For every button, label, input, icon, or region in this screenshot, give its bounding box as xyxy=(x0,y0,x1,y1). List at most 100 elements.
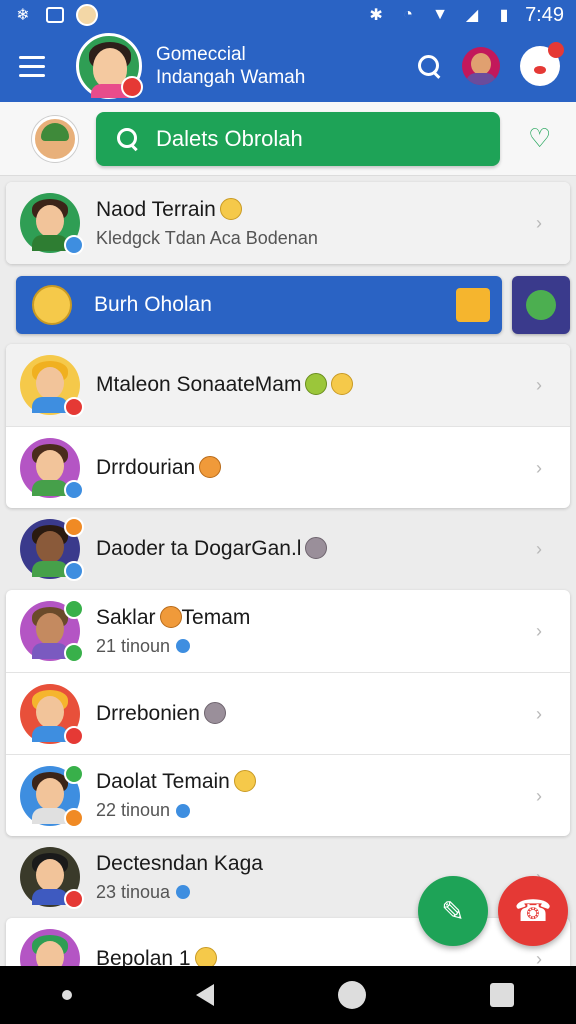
status-badge-icon xyxy=(64,807,84,828)
face-emoji-icon xyxy=(305,537,328,559)
smile-emoji-icon xyxy=(233,770,256,792)
chevron-icon: › xyxy=(536,375,542,395)
banner-label: Burh Oholan xyxy=(94,293,212,316)
status-badge-icon xyxy=(64,397,84,417)
chat-name: Naod Terrain xyxy=(96,197,216,221)
status-bar: ❄ ✱ ◔ ▼ ◢ ▮ 7:49 xyxy=(0,0,576,30)
new-chat-banner[interactable]: Burh Oholan xyxy=(16,276,502,334)
chat-row[interactable]: Naod Terrain Kledgck Tdan Aca Bodenan › xyxy=(6,182,570,264)
back-icon[interactable] xyxy=(196,984,214,1006)
online-badge-icon xyxy=(64,599,84,619)
verified-badge-icon xyxy=(64,479,84,500)
chat-name: Dectesndan Kaga xyxy=(96,851,263,875)
gift-icon xyxy=(456,288,490,322)
verified-badge-icon xyxy=(64,561,84,581)
search-chats-label: Dalets Obrolah xyxy=(156,125,303,151)
app-bar: Gomeccial Indangah Wamah xyxy=(0,30,576,102)
avatar xyxy=(20,437,84,500)
home-icon[interactable] xyxy=(338,981,366,1009)
nav-dot-icon[interactable] xyxy=(62,990,72,1000)
chevron-icon: › xyxy=(536,213,542,233)
avatar xyxy=(20,193,84,255)
bluetooth-icon: ✱ xyxy=(369,7,383,24)
status-badge-icon xyxy=(64,725,84,746)
fox-emoji-icon xyxy=(199,455,222,478)
chat-card: Naod Terrain Kledgck Tdan Aca Bodenan › xyxy=(6,182,570,264)
smile-emoji-icon xyxy=(219,197,242,220)
chat-card: Mtaleon SonaateMam › Drrdourian › xyxy=(6,344,570,508)
info-dot-icon xyxy=(176,803,191,818)
avatar xyxy=(20,599,84,663)
ghost-emoji-icon xyxy=(203,701,226,724)
pencil-icon: ✎ xyxy=(441,895,465,927)
status-badge-icon xyxy=(64,889,84,909)
system-nav-bar xyxy=(0,966,576,1024)
chat-card: Saklar Temam 21 tinoun › Drrebonien › Dao… xyxy=(6,590,570,836)
avatar xyxy=(20,763,84,828)
user-avatar[interactable] xyxy=(32,115,78,162)
chat-row[interactable]: Daoder ta DogarGan.l › xyxy=(6,508,570,590)
chat-row[interactable]: Daolat Temain 22 tinoun › xyxy=(6,754,570,836)
face-icon xyxy=(76,4,98,26)
header-title: Gomeccial xyxy=(156,44,246,65)
heart-icon[interactable]: ♡ xyxy=(528,123,551,154)
chat-row[interactable]: Drrdourian › xyxy=(6,426,570,508)
chevron-icon: › xyxy=(536,785,542,806)
verified-badge-icon xyxy=(64,235,84,255)
avatar xyxy=(20,847,84,909)
alarm-icon: ◔ xyxy=(403,6,413,23)
mascot-icon[interactable] xyxy=(520,42,564,86)
chat-row[interactable]: Drrebonien › xyxy=(6,672,570,754)
call-button[interactable]: ☎ xyxy=(498,876,568,946)
chat-row[interactable]: Mtaleon SonaateMam › xyxy=(6,344,570,426)
chat-name: Saklar xyxy=(96,605,156,629)
chat-name: Mtaleon SonaateMam xyxy=(96,373,302,396)
phone-icon: ☎ xyxy=(514,894,552,928)
snowflake-icon: ❄ xyxy=(16,7,30,24)
avatar xyxy=(20,355,84,417)
wifi-icon: ▼ xyxy=(432,6,448,23)
status-badge-icon xyxy=(121,76,143,98)
online-badge-icon xyxy=(64,763,84,784)
status-time: 7:49 xyxy=(525,3,564,26)
menu-icon[interactable] xyxy=(0,30,64,102)
search-chats-button[interactable]: Dalets Obrolah xyxy=(96,111,500,166)
chat-name-tail: Temam xyxy=(181,605,251,629)
chat-row[interactable]: Saklar Temam 21 tinoun › xyxy=(6,590,570,672)
chevron-icon: › xyxy=(536,621,542,641)
header-subtitle: Indangah Wamah xyxy=(156,67,306,88)
battery-icon: ▮ xyxy=(499,7,509,24)
profile-avatar[interactable] xyxy=(76,33,143,99)
info-dot-icon xyxy=(176,639,191,653)
chat-preview: 22 tinoun xyxy=(96,800,171,820)
status-badge-icon xyxy=(64,517,84,537)
gallery-icon xyxy=(46,7,64,23)
header-titles: Gomeccial Indangah Wamah xyxy=(156,43,305,89)
bear-icon xyxy=(32,285,72,325)
chat-name: Daolat Temain xyxy=(96,770,230,793)
contact-avatar-button[interactable] xyxy=(462,47,500,85)
search-row: Dalets Obrolah ♡ xyxy=(0,102,576,176)
verified-badge-icon xyxy=(64,643,84,663)
chat-preview: Kledgck Tdan Aca Bodenan xyxy=(96,227,318,248)
chat-name: Drrebonien xyxy=(96,701,200,725)
sticker-tile[interactable] xyxy=(512,276,570,334)
compose-button[interactable]: ✎ xyxy=(418,876,488,946)
chevron-icon: › xyxy=(536,457,542,478)
info-dot-icon xyxy=(176,885,191,899)
avatar xyxy=(20,517,84,581)
frog-emoji-icon xyxy=(305,373,328,395)
chat-list: Naod Terrain Kledgck Tdan Aca Bodenan › … xyxy=(6,182,570,978)
chat-preview: 23 tinoua xyxy=(96,881,171,902)
recent-apps-icon[interactable] xyxy=(490,983,514,1007)
signal-icon: ◢ xyxy=(465,7,479,24)
chat-name: Drrdourian xyxy=(96,455,196,479)
search-icon[interactable] xyxy=(416,53,442,79)
animal-emoji-icon xyxy=(159,605,182,628)
chat-preview: 21 tinoun xyxy=(96,635,171,656)
chevron-icon: › xyxy=(536,539,542,559)
smile-emoji-icon xyxy=(331,373,354,395)
avatar xyxy=(20,683,84,746)
search-icon xyxy=(116,127,140,151)
chat-name: Daoder ta DogarGan.l xyxy=(96,537,302,560)
